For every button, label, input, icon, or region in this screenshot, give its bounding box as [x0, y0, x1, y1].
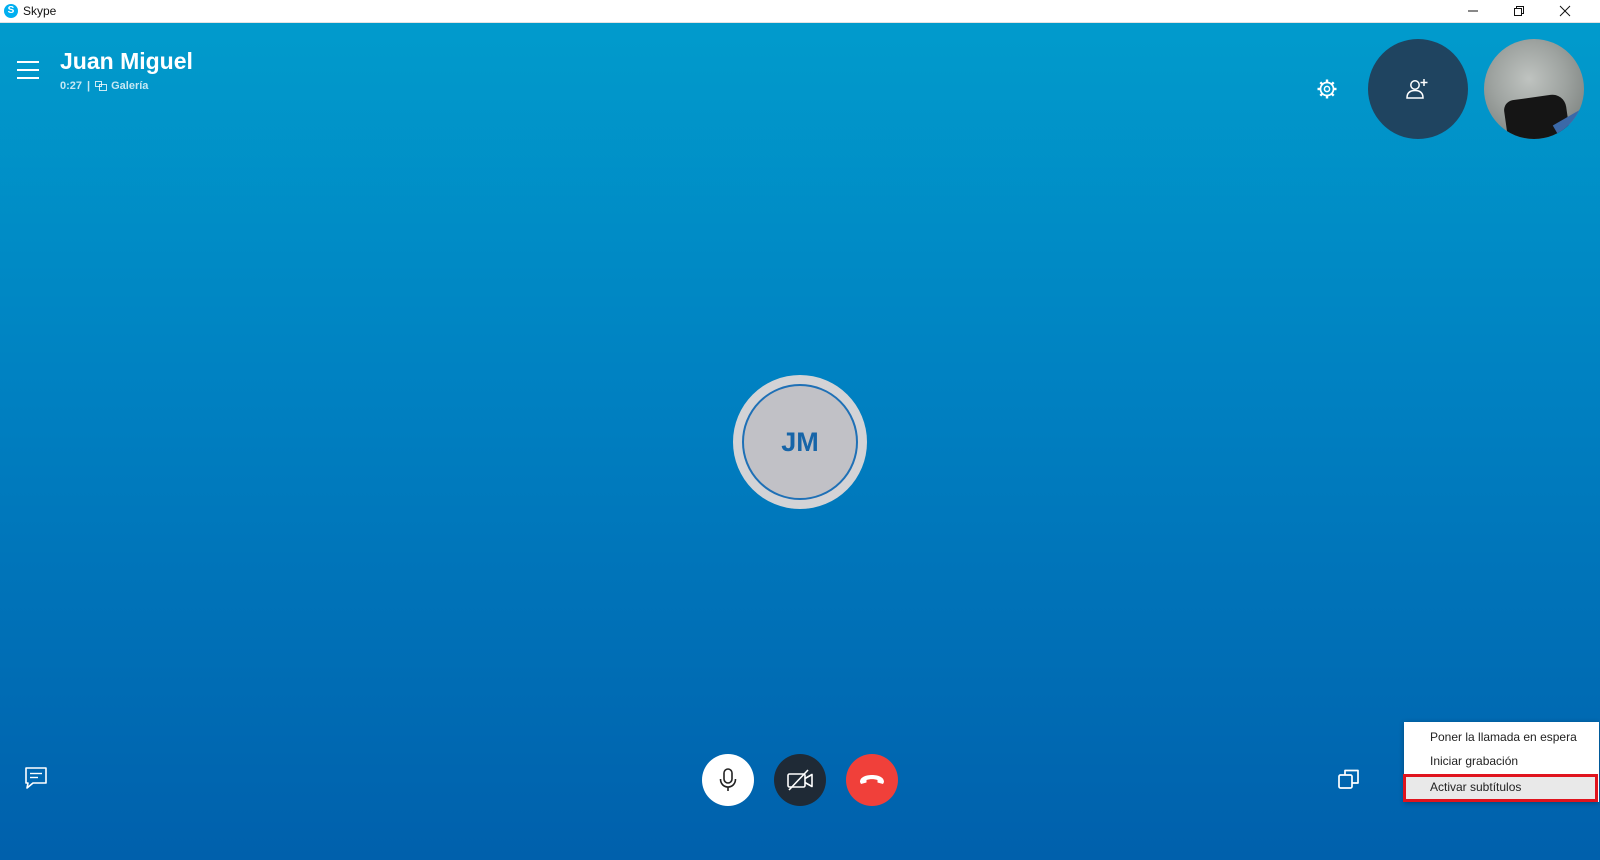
- more-options-menu: Poner la llamada en espera Iniciar graba…: [1403, 722, 1599, 802]
- call-stage: Juan Miguel 0:27 | Galería JM Poner la l…: [0, 23, 1600, 860]
- hang-up-icon: [860, 775, 884, 784]
- self-video-preview[interactable]: [1484, 39, 1584, 139]
- menu-item-hold-call[interactable]: Poner la llamada en espera: [1404, 726, 1599, 750]
- hamburger-menu-icon[interactable]: [16, 59, 40, 81]
- view-mode-label: Galería: [111, 80, 149, 92]
- minimize-button[interactable]: [1450, 0, 1496, 22]
- close-window-button[interactable]: [1542, 0, 1588, 22]
- settings-gear-icon[interactable]: [1316, 78, 1338, 100]
- participant-avatar-ring: JM: [733, 375, 867, 509]
- gallery-view-toggle[interactable]: Galería: [95, 80, 148, 92]
- switch-view-icon[interactable]: [1336, 766, 1362, 792]
- add-participant-button[interactable]: [1368, 39, 1468, 139]
- skype-logo-icon: S: [4, 4, 18, 18]
- add-person-icon: [1406, 79, 1428, 99]
- video-off-icon: [787, 769, 813, 791]
- restore-icon: [1514, 6, 1524, 16]
- microphone-icon: [719, 768, 737, 791]
- meta-separator: |: [87, 80, 91, 92]
- call-meta: 0:27 | Galería: [60, 80, 148, 92]
- restore-button[interactable]: [1496, 0, 1542, 22]
- call-duration: 0:27: [60, 80, 83, 92]
- video-toggle-button[interactable]: [774, 754, 826, 806]
- microphone-button[interactable]: [702, 754, 754, 806]
- participant-avatar: JM: [742, 384, 858, 500]
- chat-icon[interactable]: [24, 766, 48, 790]
- menu-item-enable-subtitles[interactable]: Activar subtítulos: [1403, 774, 1598, 802]
- close-icon: [1559, 5, 1571, 17]
- gallery-icon: [95, 81, 108, 91]
- app-title: Skype: [23, 4, 57, 18]
- minimize-icon: [1468, 10, 1478, 12]
- hang-up-button[interactable]: [846, 754, 898, 806]
- menu-item-start-recording[interactable]: Iniciar grabación: [1404, 750, 1599, 774]
- title-bar: S Skype: [0, 0, 1600, 23]
- contact-name: Juan Miguel: [60, 48, 193, 74]
